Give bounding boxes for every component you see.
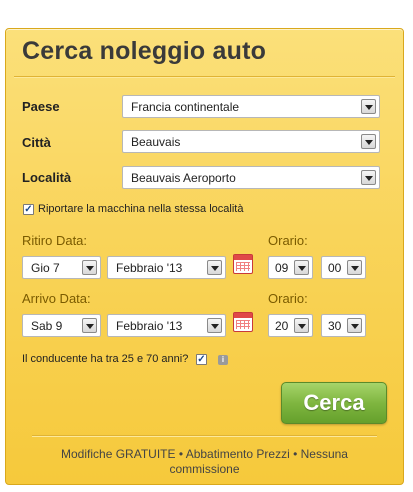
footer-divider: [32, 435, 377, 437]
chevron-down-icon[interactable]: [207, 318, 222, 333]
car-rental-search-widget: Cerca noleggio auto Paese Francia contin…: [5, 28, 404, 485]
dropoff-date-label: Arrivo Data:: [22, 291, 91, 306]
same-location-label: Riportare la macchina nella stessa local…: [38, 203, 244, 215]
pickup-time-label: Orario:: [268, 233, 308, 248]
calendar-icon[interactable]: [233, 312, 253, 332]
footer-benefits: Modifiche GRATUITE • Abbatimento Prezzi …: [61, 447, 348, 476]
widget-title: Cerca noleggio auto: [22, 37, 267, 65]
dropoff-hour-value: 20: [275, 319, 289, 333]
city-select[interactable]: Beauvais: [122, 130, 380, 153]
dropoff-hour-select[interactable]: 20: [268, 314, 313, 337]
chevron-down-icon[interactable]: [347, 318, 362, 333]
driver-age-checkbox[interactable]: ✓: [196, 354, 207, 365]
pickup-minute-select[interactable]: 00: [321, 256, 366, 279]
chevron-down-icon[interactable]: [82, 260, 97, 275]
dropoff-day-value: Sab 9: [31, 319, 63, 333]
country-value: Francia continentale: [131, 100, 240, 114]
pickup-day-select[interactable]: Gio 7: [22, 256, 101, 279]
dropoff-month-value: Febbraio '13: [116, 319, 183, 333]
pickup-month-select[interactable]: Febbraio '13: [107, 256, 226, 279]
info-icon[interactable]: i: [218, 355, 228, 365]
chevron-down-icon[interactable]: [294, 318, 309, 333]
location-label: Località: [22, 170, 72, 185]
pickup-date-label: Ritiro Data:: [22, 233, 88, 248]
search-button[interactable]: Cerca: [281, 382, 387, 424]
city-value: Beauvais: [131, 135, 181, 149]
chevron-down-icon[interactable]: [207, 260, 222, 275]
same-location-checkbox[interactable]: ✓: [23, 204, 34, 215]
chevron-down-icon[interactable]: [82, 318, 97, 333]
country-label: Paese: [22, 99, 60, 114]
driver-age-label: Il conducente ha tra 25 e 70 anni?: [22, 353, 189, 365]
dropoff-minute-select[interactable]: 30: [321, 314, 366, 337]
dropoff-minute-value: 30: [328, 319, 342, 333]
chevron-down-icon[interactable]: [361, 170, 376, 185]
chevron-down-icon[interactable]: [294, 260, 309, 275]
city-label: Città: [22, 135, 51, 150]
pickup-hour-select[interactable]: 09: [268, 256, 313, 279]
title-divider: [14, 76, 395, 78]
location-value: Beauvais Aeroporto: [131, 171, 236, 185]
chevron-down-icon[interactable]: [361, 134, 376, 149]
chevron-down-icon[interactable]: [361, 99, 376, 114]
pickup-day-value: Gio 7: [31, 261, 60, 275]
pickup-minute-value: 00: [328, 261, 342, 275]
chevron-down-icon[interactable]: [347, 260, 362, 275]
pickup-month-value: Febbraio '13: [116, 261, 183, 275]
dropoff-time-label: Orario:: [268, 291, 308, 306]
dropoff-day-select[interactable]: Sab 9: [22, 314, 101, 337]
location-select[interactable]: Beauvais Aeroporto: [122, 166, 380, 189]
pickup-hour-value: 09: [275, 261, 289, 275]
calendar-icon[interactable]: [233, 254, 253, 274]
country-select[interactable]: Francia continentale: [122, 95, 380, 118]
dropoff-month-select[interactable]: Febbraio '13: [107, 314, 226, 337]
